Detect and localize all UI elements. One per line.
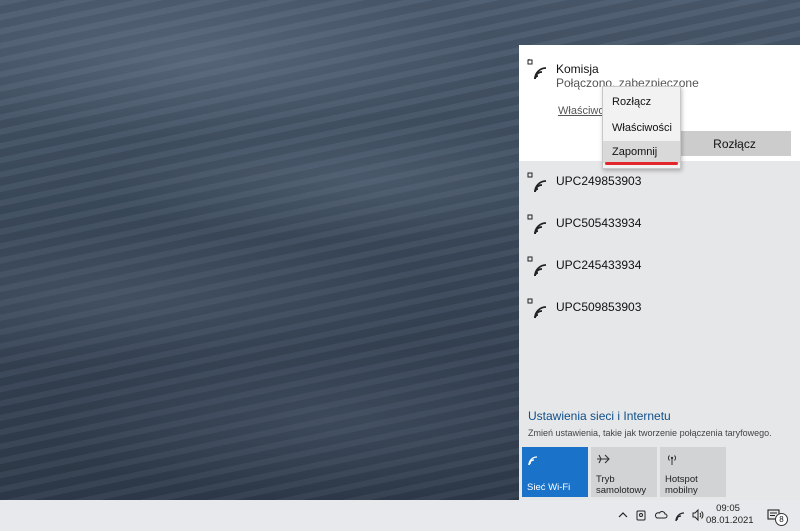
- notification-count-badge: 8: [775, 513, 788, 526]
- disconnect-button[interactable]: Rozłącz: [678, 131, 791, 156]
- meet-now-icon[interactable]: [635, 508, 649, 522]
- tile-label-line: mobilny: [665, 485, 698, 496]
- tile-label-line: Hotspot: [665, 474, 698, 485]
- network-name: UPC249853903: [556, 174, 642, 188]
- wifi-secured-icon: [527, 59, 547, 80]
- wifi-toggle-tile[interactable]: Sieć Wi-Fi: [522, 447, 588, 497]
- network-item[interactable]: UPC509853903: [519, 292, 800, 334]
- tile-label-line: samolotowy: [596, 485, 647, 496]
- wifi-secured-icon: [527, 214, 547, 235]
- network-tray-icon[interactable]: [674, 508, 688, 522]
- menu-item-forget[interactable]: Zapomnij: [603, 141, 680, 163]
- network-name: UPC245433934: [556, 258, 642, 272]
- tile-label-line: Tryb: [596, 474, 615, 485]
- tile-label: Tryb samolotowy: [596, 474, 646, 496]
- hotspot-icon: [667, 455, 677, 465]
- highlight-underline: [605, 162, 678, 165]
- clock-time: 09:05: [716, 503, 740, 514]
- mobile-hotspot-tile[interactable]: Hotspot mobilny: [660, 447, 726, 497]
- network-name: UPC505433934: [556, 216, 642, 230]
- taskbar-clock[interactable]: 09:05 08.01.2021: [706, 503, 754, 527]
- tile-label: Sieć Wi-Fi: [527, 482, 571, 493]
- wifi-icon: [528, 456, 538, 466]
- network-item[interactable]: UPC245433934: [519, 250, 800, 292]
- network-settings-link[interactable]: Ustawienia sieci i Internetu: [528, 409, 671, 423]
- airplane-icon: [597, 454, 610, 464]
- airplane-mode-tile[interactable]: Tryb samolotowy: [591, 447, 657, 497]
- onedrive-icon[interactable]: [654, 508, 668, 522]
- network-name: UPC509853903: [556, 300, 642, 314]
- network-settings-description: Zmień ustawienia, takie jak tworzenie po…: [528, 428, 772, 438]
- network-context-menu: Rozłącz Właściwości Zapomnij: [602, 86, 681, 169]
- tile-label: Hotspot mobilny: [665, 474, 698, 496]
- wifi-secured-icon: [527, 256, 547, 277]
- wifi-secured-icon: [527, 172, 547, 193]
- menu-item-disconnect[interactable]: Rozłącz: [603, 91, 680, 113]
- menu-item-properties[interactable]: Właściwości: [603, 117, 680, 139]
- network-item[interactable]: UPC249853903: [519, 166, 800, 208]
- wifi-secured-icon: [527, 298, 547, 319]
- network-item[interactable]: UPC505433934: [519, 208, 800, 250]
- network-name: Komisja: [556, 62, 599, 76]
- taskbar: 09:05 08.01.2021 8: [0, 500, 800, 531]
- clock-date: 08.01.2021: [706, 515, 754, 526]
- chevron-up-icon[interactable]: [616, 508, 630, 522]
- volume-icon[interactable]: [691, 508, 705, 522]
